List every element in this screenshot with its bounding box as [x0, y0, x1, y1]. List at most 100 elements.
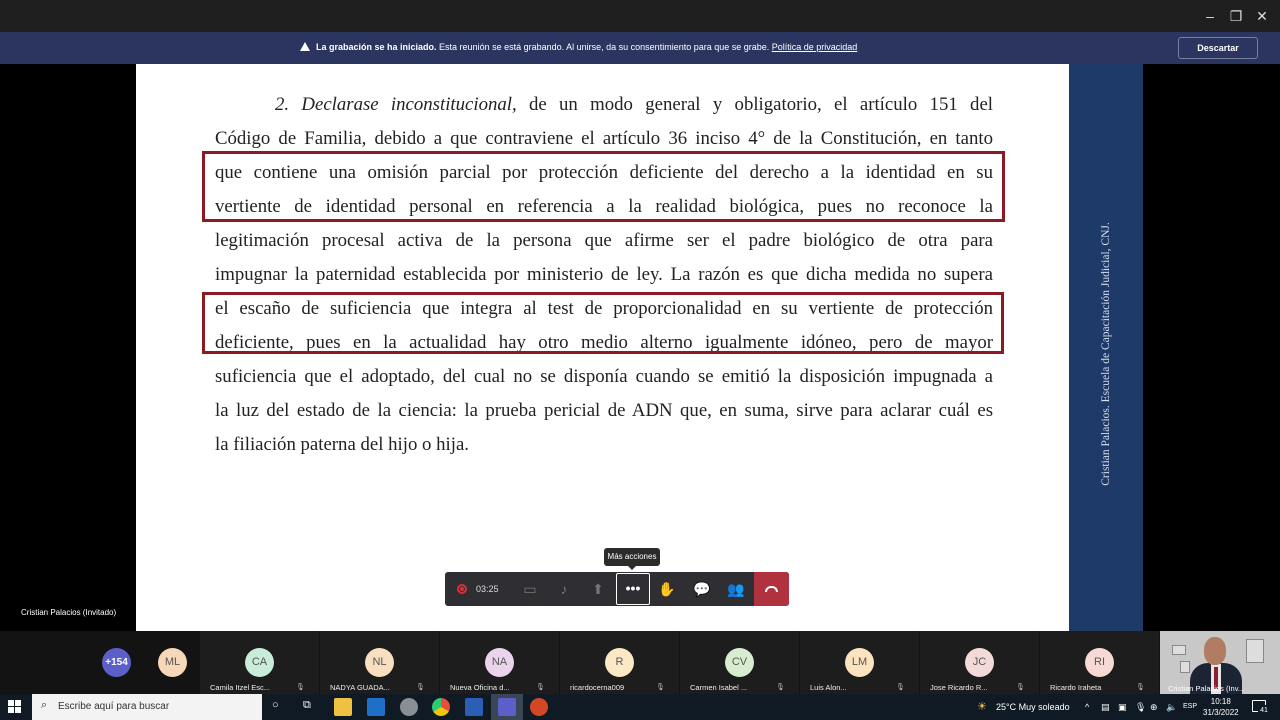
participant-tile[interactable]: Rricardocerna009 🎙 — [560, 631, 679, 694]
powerpoint-icon[interactable] — [530, 698, 548, 716]
participant-name: Carmen Isabel ... — [690, 683, 748, 692]
recording-banner: La grabación se ha iniciado. Esta reunió… — [0, 32, 1280, 64]
file-explorer-icon[interactable] — [334, 698, 352, 716]
network-icon[interactable]: ⊕ — [1150, 702, 1158, 713]
recording-time: 03:25 — [476, 584, 499, 594]
recording-text: Esta reunión se está grabando. Al unirse… — [436, 42, 772, 52]
minimize-icon[interactable]: – — [1200, 6, 1220, 26]
highlight-box-2 — [202, 292, 1004, 354]
tray-icon[interactable]: ▣ — [1118, 702, 1127, 713]
weather-icon: ☀ — [977, 701, 987, 713]
privacy-policy-link[interactable]: Política de privacidad — [772, 42, 858, 52]
search-placeholder: Escribe aquí para buscar — [58, 701, 170, 712]
search-icon: ⌕ — [41, 699, 48, 711]
participant-avatar: LM — [845, 648, 874, 677]
slide-document-text: 2. Declarase inconstitucional, de un mod… — [215, 88, 993, 462]
participant-tile[interactable]: LM Luis Alon... 🎙 — [800, 631, 919, 694]
hang-up-button[interactable] — [754, 572, 789, 606]
participant-avatar: R — [605, 648, 634, 677]
word-icon[interactable] — [465, 698, 483, 716]
slide-text-line: suficiencia que el adoptado, del cual no… — [215, 366, 993, 387]
recording-icon — [457, 584, 467, 594]
meeting-controls: 03:25 ▭ ♪ ⬆ ••• ✋ 💬 👥 — [445, 572, 789, 606]
close-icon[interactable]: ✕ — [1252, 6, 1272, 26]
tray-chevron-icon[interactable]: ^ — [1085, 702, 1089, 712]
muted-mic-icon: 🎙 — [776, 684, 785, 691]
self-video-tile[interactable]: Cristian Palacios (Inv... — [1160, 631, 1280, 694]
windows-start-icon[interactable] — [8, 700, 22, 714]
participant-tile[interactable]: CV Carmen Isabel ... 🎙 — [680, 631, 799, 694]
slide-text-line: la filiación paterna del hijo o hija. — [215, 434, 469, 455]
warning-icon — [300, 42, 310, 51]
slide-text-line: legitimación procesal activa de la perso… — [215, 230, 993, 251]
muted-mic-icon: 🎙 — [1016, 684, 1025, 691]
outlook-icon[interactable] — [367, 698, 385, 716]
participant-name: Nueva Oficina d... — [450, 683, 510, 692]
participant-name: Ricardo Iraheta — [1050, 683, 1102, 692]
dismiss-button[interactable]: Descartar — [1178, 37, 1258, 59]
more-actions-tooltip: Más acciones — [604, 548, 660, 570]
participant-tile[interactable]: NL NADYA GUADA... 🎙 — [320, 631, 439, 694]
participant-gallery: +154 ML CA Camila Itzel Esc... 🎙 NL NADYA GUA… — [0, 631, 1280, 694]
slide-text-emphasis: Declarase inconstitucional, — [301, 94, 517, 115]
microphone-icon[interactable]: ♪ — [547, 572, 581, 606]
teams-icon[interactable] — [498, 698, 516, 716]
muted-mic-icon: 🎙 — [896, 684, 905, 691]
phone-icon — [765, 586, 778, 592]
raise-hand-icon[interactable]: ✋ — [650, 572, 684, 606]
muted-mic-icon: 🎙 — [1136, 684, 1145, 691]
participant-tile[interactable]: ML — [143, 631, 200, 694]
participant-name: Camila Itzel Esc... — [210, 683, 271, 692]
weather-text[interactable]: 25°C Muy soleado — [996, 702, 1070, 712]
taskbar-clock[interactable]: 10:18 31/3/2022 — [1203, 696, 1239, 718]
participant-tile[interactable]: RI Ricardo Iraheta 🎙 — [1040, 631, 1159, 694]
participant-name: Jose Ricardo R... — [930, 683, 988, 692]
task-view-icon[interactable]: ⧉ — [303, 699, 311, 712]
recording-message: La grabación se ha iniciado. Esta reunió… — [300, 42, 857, 52]
tray-icon[interactable]: ▤ — [1101, 702, 1110, 713]
background-shelf — [1246, 639, 1264, 663]
slide-text-line: la luz del estado de la ciencia: la prue… — [215, 400, 993, 421]
slide-text-line: impugnar la paternidad establecida por m… — [215, 264, 993, 285]
muted-mic-icon: 🎙 — [656, 684, 665, 691]
highlight-box-1 — [202, 151, 1005, 222]
participants-overflow-badge[interactable]: +154 — [102, 648, 131, 677]
participants-icon[interactable]: 👥 — [719, 572, 753, 606]
participant-tile[interactable]: NA Nueva Oficina d... 🎙 — [440, 631, 559, 694]
recording-title: La grabación se ha iniciado. — [316, 42, 437, 52]
language-indicator[interactable]: ESP — [1183, 703, 1197, 710]
snipping-tool-icon[interactable] — [400, 698, 418, 716]
muted-mic-icon: 🎙 — [296, 684, 305, 691]
camera-icon[interactable]: ▭ — [513, 572, 547, 606]
taskbar-search[interactable]: ⌕ Escribe aquí para buscar — [32, 694, 262, 720]
cortana-icon[interactable]: ○ — [272, 699, 279, 711]
background-shelf — [1180, 661, 1190, 673]
windows-taskbar: ⌕ Escribe aquí para buscar ○ ⧉ ☀ 25°C Mu… — [0, 694, 1280, 720]
participant-name: NADYA GUADA... — [330, 683, 390, 692]
background-shelf — [1172, 645, 1186, 655]
restore-icon[interactable]: ❐ — [1226, 6, 1246, 26]
more-actions-button[interactable]: ••• — [616, 573, 650, 605]
chat-icon[interactable]: 💬 — [685, 572, 719, 606]
clock-date: 31/3/2022 — [1203, 708, 1239, 717]
side-caption-text: Cristian Palacios. Escuela de Capacitaci… — [1100, 222, 1112, 486]
self-name-label: Cristian Palacios (Inv... — [1168, 684, 1245, 693]
participant-avatar: JC — [965, 648, 994, 677]
volume-icon[interactable]: 🔈 — [1166, 702, 1177, 713]
participant-avatar: NA — [485, 648, 514, 677]
slide-text-line: 2. Declarase inconstitucional, de un mod… — [215, 88, 993, 122]
participant-tile[interactable]: CA Camila Itzel Esc... 🎙 — [200, 631, 319, 694]
participant-avatar: RI — [1085, 648, 1114, 677]
notifications-count: 41 — [1258, 705, 1270, 717]
participant-tile[interactable]: JC Jose Ricardo R... 🎙 — [920, 631, 1039, 694]
microphone-tray-icon[interactable]: 🎙 — [1135, 702, 1146, 713]
slide-text-rest: de un modo general y obligatorio, el art… — [516, 94, 993, 115]
participant-avatar: CA — [245, 648, 274, 677]
participant-avatar: ML — [158, 648, 187, 677]
share-screen-icon[interactable]: ⬆ — [581, 572, 615, 606]
participant-avatar: NL — [365, 648, 394, 677]
clock-time: 10:18 — [1210, 697, 1231, 706]
muted-mic-icon: 🎙 — [536, 684, 545, 691]
presenter-caption: Cristian Palacios (Invitado) — [21, 608, 117, 617]
chrome-icon[interactable] — [432, 698, 450, 716]
